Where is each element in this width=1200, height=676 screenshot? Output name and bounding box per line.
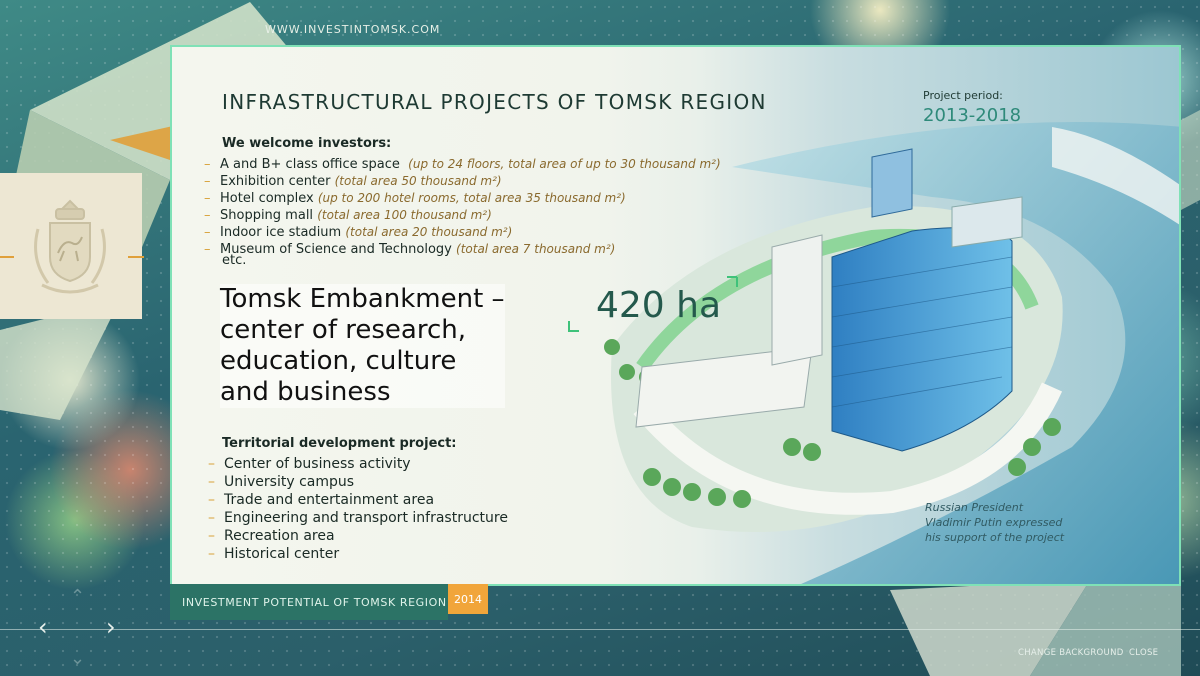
headline: Tomsk Embankment – center of research, e… [220,284,505,408]
list-item-label: Engineering and transport infrastructure [224,510,508,526]
slide-card: INFRASTRUCTURAL PROJECTS OF TOMSK REGION… [170,45,1181,586]
list-item-label: Historical center [224,546,340,562]
headline-line: center of research, [220,315,466,345]
list-item-note: (up to 24 floors, total area of up to 30… [408,157,721,171]
list-item-label: Recreation area [224,528,335,544]
etc-text: etc. [222,253,247,268]
putin-support-caption: Russian President Vladimir Putin express… [925,500,1064,545]
list-item: – Historical center [208,545,508,563]
dash-bullet: – [208,492,215,508]
next-arrow-icon[interactable]: › [106,615,116,639]
list-item-label: Center of business activity [224,456,411,472]
list-item-label: University campus [224,474,355,490]
list-item-note: (total area 100 thousand m²) [317,208,492,222]
list-item: – Trade and entertainment area [208,491,508,509]
dash-bullet: – [204,157,211,172]
list-item-label: Hotel complex [220,191,314,206]
list-item-note: (total area 20 thousand m²) [345,225,513,239]
list-item: – Engineering and transport infrastructur… [208,509,508,527]
caption-line: Vladimir Putin expressed [925,516,1063,529]
list-item: – A and B+ class office space (up to 24 f… [204,156,721,173]
site-url[interactable]: WWW.INVESTINTOMSK.COM [265,23,440,36]
down-arrow-icon[interactable]: ⌄ [70,650,85,668]
list-item: – Hotel complex (up to 200 hotel rooms, t… [204,190,721,207]
dash-bullet: – [204,208,211,223]
emblem-accent-right [128,256,144,258]
dash-bullet: – [208,456,215,472]
list-item: – Museum of Science and Technology (total… [204,241,721,258]
list-item-label: Trade and entertainment area [224,492,435,508]
prev-arrow-icon[interactable]: ‹ [38,615,48,639]
nav-divider [0,629,1200,630]
up-arrow-icon[interactable]: ⌃ [70,588,85,606]
dash-bullet: – [208,528,215,544]
list-item: – Exhibition center (total area 50 thousa… [204,173,721,190]
caption-line: Russian President [925,501,1024,514]
project-period-value: 2013-2018 [923,105,1022,126]
dash-bullet: – [208,510,215,526]
list-item: – University campus [208,473,508,491]
list-item-note: (up to 200 hotel rooms, total area 35 th… [317,191,626,205]
list-item-label: A and B+ class office space [220,157,400,172]
dash-bullet: – [204,174,211,189]
emblem-accent-left [0,256,14,258]
investor-list: – A and B+ class office space (up to 24 f… [204,156,721,258]
territorial-list: – Center of business activity – University… [208,455,508,563]
list-item: – Shopping mall (total area 100 thousand … [204,207,721,224]
dash-bullet: – [208,546,215,562]
headline-line: Tomsk Embankment – [220,284,505,314]
tomsk-emblem-panel [0,173,142,319]
area-value: 420 ha [596,285,722,326]
headline-line: education, culture [220,346,457,376]
list-item-note: (total area 7 thousand m²) [456,242,616,256]
dash-bullet: – [204,191,211,206]
territorial-heading: Territorial development project: [222,436,457,451]
dash-bullet: – [208,474,215,490]
slide-title: INFRASTRUCTURAL PROJECTS OF TOMSK REGION [222,90,767,114]
coat-of-arms-icon [34,199,106,294]
list-item: – Center of business activity [208,455,508,473]
list-item-label: Indoor ice stadium [220,225,342,240]
dash-bullet: – [204,225,211,240]
caption-line: his support of the project [925,531,1065,544]
list-item-note: (total area 50 thousand m²) [334,174,502,188]
headline-line: and business [220,377,391,407]
dash-bullet: – [204,242,211,257]
change-background-button[interactable]: CHANGE BACKGROUND [1018,648,1124,658]
investors-heading: We welcome investors: [222,136,392,151]
list-item-label: Shopping mall [220,208,314,223]
section-label-bar[interactable]: INVESTMENT POTENTIAL OF TOMSK REGION [170,584,448,620]
list-item: – Indoor ice stadium (total area 20 thous… [204,224,721,241]
year-tab[interactable]: 2014 [448,584,488,614]
project-period-label: Project period: [923,89,1003,102]
list-item-label: Exhibition center [220,174,331,189]
close-button[interactable]: CLOSE [1129,648,1158,658]
list-item: – Recreation area [208,527,508,545]
list-item-label: Museum of Science and Technology [220,242,452,257]
